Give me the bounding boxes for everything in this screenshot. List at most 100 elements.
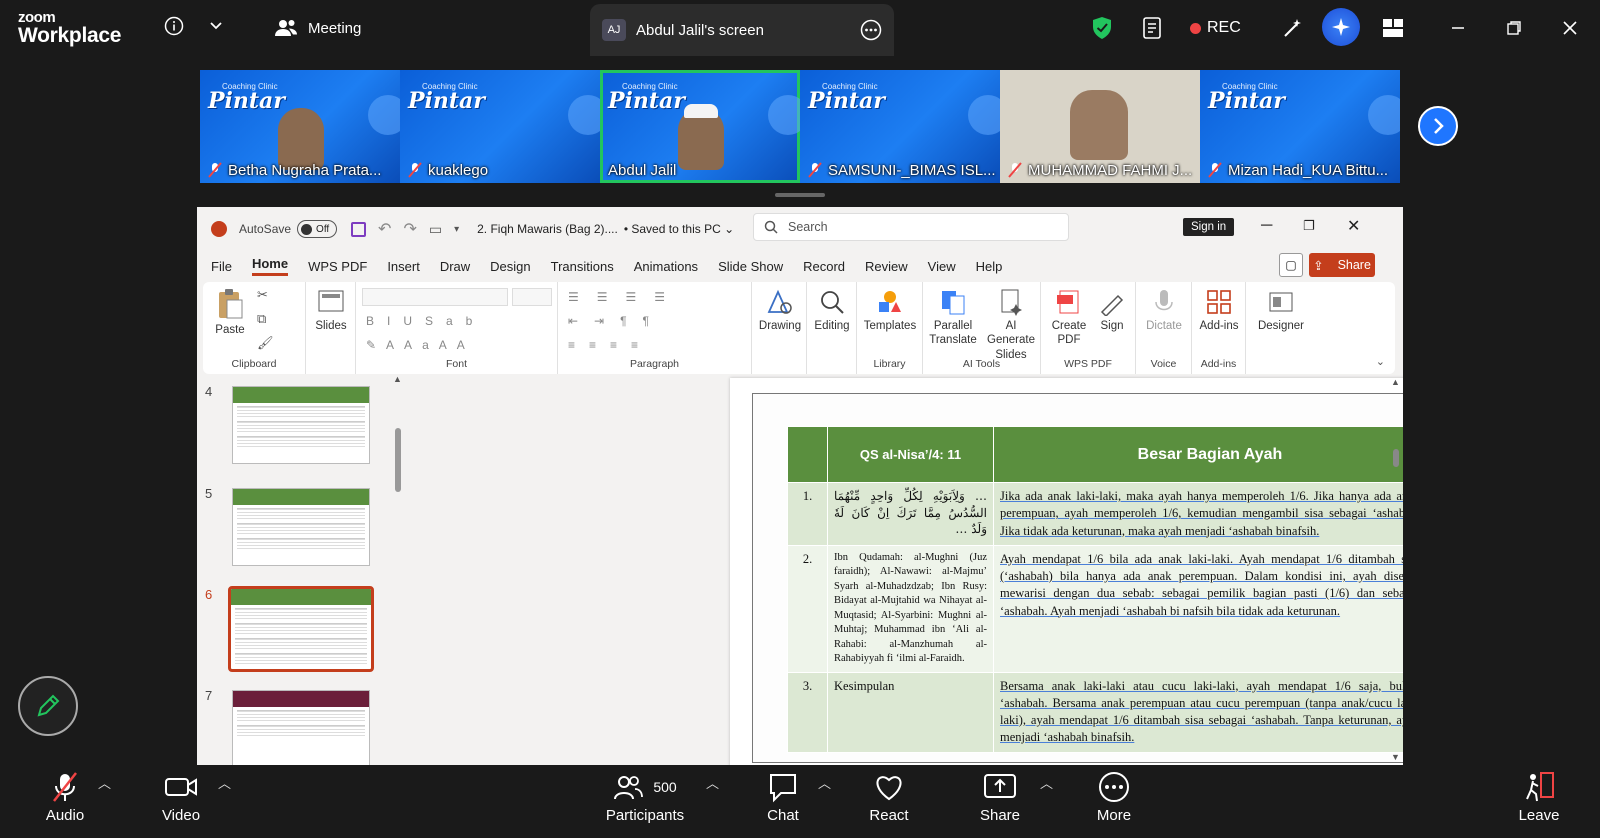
tab-draw[interactable]: Draw: [440, 259, 470, 274]
tab-insert[interactable]: Insert: [387, 259, 420, 274]
thumbnail-scrollbar[interactable]: ▲: [393, 374, 403, 765]
tab-animations[interactable]: Animations: [634, 259, 698, 274]
ppt-minimize-icon[interactable]: ─: [1261, 217, 1272, 235]
sign-in-button[interactable]: Sign in: [1183, 218, 1235, 236]
collapse-ribbon-icon[interactable]: ⌄: [1376, 355, 1385, 368]
indent-buttons[interactable]: ⇤⇥¶¶: [568, 314, 665, 328]
tab-view[interactable]: View: [928, 259, 956, 274]
slide-thumbnail-selected[interactable]: [228, 586, 374, 672]
apps-icon[interactable]: [1380, 14, 1406, 42]
tab-record[interactable]: Record: [803, 259, 845, 274]
tab-design[interactable]: Design: [490, 259, 530, 274]
slide-thumbnail[interactable]: [232, 488, 370, 566]
parallel-translate-button[interactable]: Parallel Translate: [927, 288, 979, 348]
participants-button[interactable]: 500 Participants: [600, 771, 690, 824]
copy-icon[interactable]: ⧉: [257, 311, 266, 327]
chevron-down-icon[interactable]: [206, 14, 226, 38]
font-family-select[interactable]: [362, 288, 508, 306]
drawing-button[interactable]: Drawing: [755, 288, 805, 333]
chat-button[interactable]: Chat: [758, 771, 808, 824]
format-painter-icon[interactable]: 🖌: [257, 335, 274, 351]
slide-canvas[interactable]: QS al-Nisa’/4: 11 Besar Bagian Ayah 1. ……: [730, 378, 1403, 765]
tab-wps-pdf[interactable]: WPS PDF: [308, 259, 367, 274]
redo-icon[interactable]: ↷: [403, 219, 416, 239]
video-button[interactable]: Video: [155, 771, 207, 824]
audio-button[interactable]: Audio: [40, 771, 90, 824]
thumbnail-scroll-thumb[interactable]: [395, 428, 401, 492]
tab-help[interactable]: Help: [976, 259, 1003, 274]
participant-tile[interactable]: Coaching Clinic Pintar Mizan Hadi_KUA Bi…: [1200, 70, 1400, 183]
present-icon[interactable]: ▭: [429, 221, 442, 238]
more-button[interactable]: More: [1088, 771, 1140, 824]
designer-button[interactable]: Designer: [1254, 288, 1308, 333]
participant-tile[interactable]: Coaching Clinic Pintar kuaklego: [400, 70, 600, 183]
meeting-button[interactable]: Meeting: [274, 14, 361, 42]
scroll-down-icon[interactable]: ▼: [1391, 752, 1400, 762]
add-ins-button[interactable]: Add-ins: [1194, 288, 1244, 333]
align-buttons[interactable]: ≡≡≡≡: [568, 338, 652, 352]
leave-button[interactable]: Leave: [1514, 771, 1564, 824]
participant-tile[interactable]: Coaching Clinic Pintar Betha Nugraha Pra…: [200, 70, 400, 183]
ppt-restore-icon[interactable]: ❐: [1303, 218, 1315, 234]
slides-button[interactable]: Slides: [314, 288, 348, 333]
resize-handle[interactable]: [775, 193, 825, 197]
scroll-up-icon[interactable]: ▲: [1391, 377, 1400, 387]
participant-tile[interactable]: MUHAMMAD FAHMI J...: [1000, 70, 1200, 183]
autosave-toggle[interactable]: Off: [297, 220, 338, 238]
transcript-icon[interactable]: [1140, 14, 1166, 42]
slide-thumbnail[interactable]: [232, 386, 370, 464]
share-button[interactable]: ⇪ Share: [1309, 253, 1375, 277]
table-row: 1. … وَلِاَبَوَيْهِ لِكُلِّ وَاحِدٍ مِّن…: [787, 482, 1403, 546]
font-size-select[interactable]: [512, 288, 552, 306]
shield-icon[interactable]: [1090, 14, 1114, 42]
recording-indicator[interactable]: REC: [1190, 14, 1241, 42]
save-icon[interactable]: [351, 221, 367, 237]
participant-tile-active-speaker[interactable]: Coaching Clinic Pintar Abdul Jalil: [600, 70, 800, 183]
audio-options-caret-icon[interactable]: ︿: [98, 773, 111, 792]
annotate-wand-icon[interactable]: [1280, 14, 1306, 42]
ppt-close-icon[interactable]: ✕: [1347, 216, 1360, 236]
restore-icon[interactable]: [1502, 14, 1526, 42]
ai-companion-icon[interactable]: [1322, 8, 1360, 46]
sign-button[interactable]: Sign: [1093, 288, 1131, 333]
tab-transitions[interactable]: Transitions: [551, 259, 614, 274]
scroll-up-icon[interactable]: ▲: [393, 374, 402, 384]
paste-button[interactable]: Paste: [213, 288, 247, 337]
tab-review[interactable]: Review: [865, 259, 908, 274]
more-options-icon[interactable]: [860, 19, 882, 41]
customize-qat-icon[interactable]: ▾: [454, 224, 459, 235]
list-buttons[interactable]: ☰☰☰☰: [568, 290, 683, 304]
cut-icon[interactable]: ✂: [257, 287, 268, 303]
editor-scroll-thumb[interactable]: [1393, 449, 1399, 467]
info-icon[interactable]: [162, 14, 186, 38]
react-button[interactable]: React: [862, 771, 916, 824]
comments-icon[interactable]: ▢: [1279, 253, 1303, 277]
font-format-buttons[interactable]: BIUSab: [366, 314, 485, 328]
tab-home[interactable]: Home: [251, 256, 289, 276]
participants-options-caret-icon[interactable]: ︿: [706, 773, 719, 792]
editing-button[interactable]: Editing: [809, 288, 855, 333]
tab-file[interactable]: File: [211, 259, 232, 274]
search-box[interactable]: Search: [753, 213, 1069, 241]
tab-slide-show[interactable]: Slide Show: [718, 259, 783, 274]
next-page-button[interactable]: [1418, 106, 1458, 146]
video-options-caret-icon[interactable]: ︿: [218, 773, 231, 792]
undo-icon[interactable]: ↶: [378, 219, 391, 239]
editor-scrollbar[interactable]: ▲ ▼: [1391, 377, 1401, 762]
minimize-icon[interactable]: [1446, 14, 1470, 42]
share-screen-button[interactable]: Share: [974, 771, 1026, 824]
font-color-buttons[interactable]: ✎AAaAA: [366, 338, 475, 352]
templates-button[interactable]: Templates: [861, 288, 919, 333]
slide-thumbnail[interactable]: [232, 690, 370, 765]
dictate-button[interactable]: Dictate: [1140, 288, 1188, 333]
participant-tile[interactable]: Coaching Clinic Pintar SAMSUNI-_BIMAS IS…: [800, 70, 1000, 183]
ai-generate-slides-button[interactable]: AI Generate Slides: [981, 288, 1041, 362]
chat-options-caret-icon[interactable]: ︿: [818, 773, 831, 792]
save-status[interactable]: • Saved to this PC ⌄: [624, 222, 734, 236]
close-icon[interactable]: [1558, 14, 1582, 42]
screen-share-tab[interactable]: AJ Abdul Jalil's screen: [590, 4, 894, 56]
annotation-pencil-button[interactable]: [18, 676, 78, 736]
document-title[interactable]: 2. Fiqh Mawaris (Bag 2)....: [477, 222, 618, 236]
share-options-caret-icon[interactable]: ︿: [1040, 773, 1053, 792]
create-pdf-button[interactable]: Create PDF: [1047, 288, 1091, 348]
